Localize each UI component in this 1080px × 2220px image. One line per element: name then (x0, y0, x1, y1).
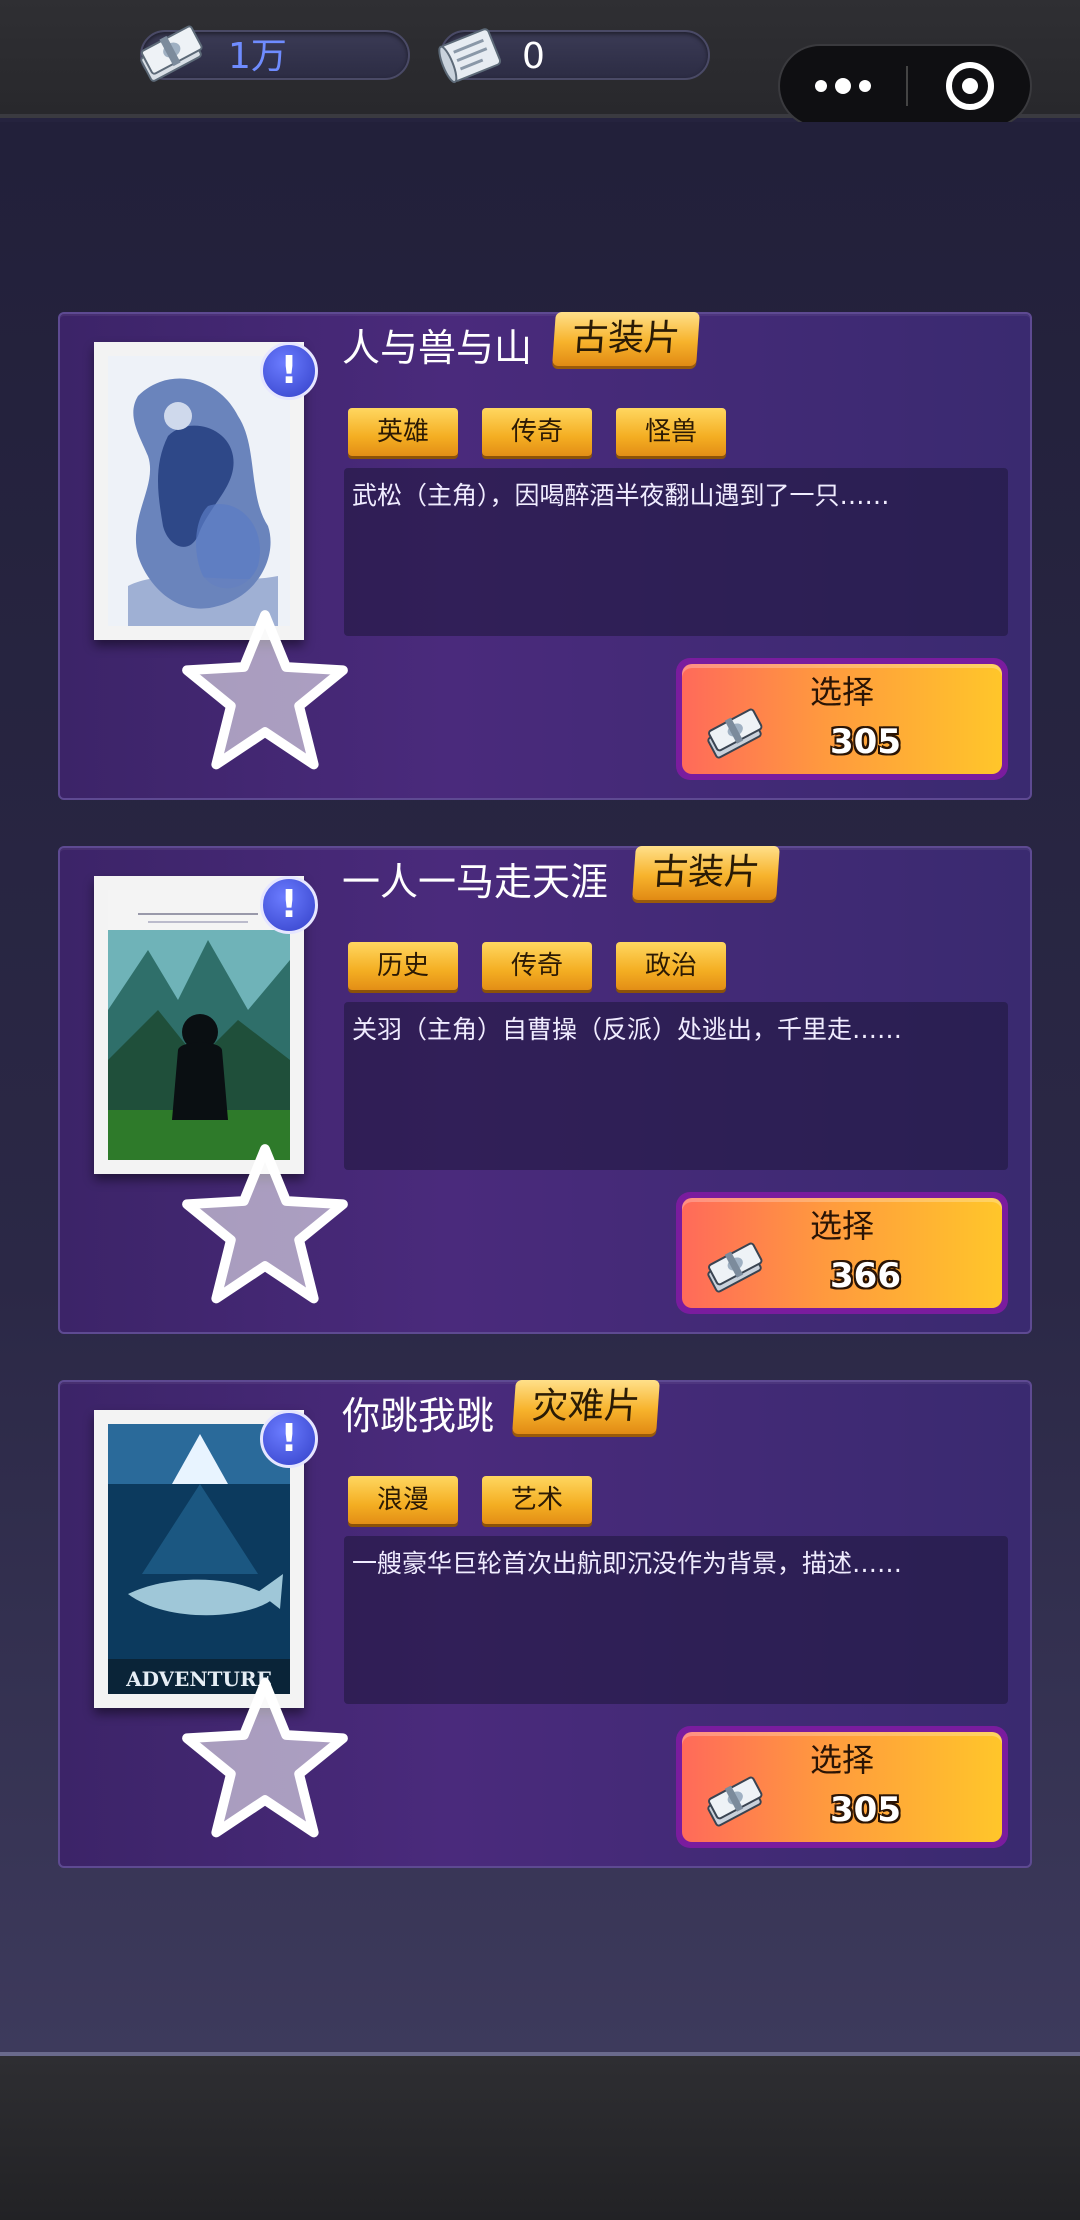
money-stack-icon (707, 1242, 763, 1293)
money-stack-icon (707, 1776, 763, 1827)
ticket-value: 0 (522, 36, 545, 77)
tag: 政治 (616, 942, 726, 990)
movie-title: 人与兽与山 (342, 326, 533, 370)
favorite-star-icon[interactable] (174, 558, 356, 828)
movie-poster[interactable]: ! (94, 342, 348, 770)
select-button-face: 选择 366 (682, 1198, 1002, 1308)
select-button[interactable]: 选择 305 (676, 1726, 1008, 1848)
genre-badge: 古装片 (632, 846, 780, 900)
tag: 艺术 (482, 1476, 592, 1524)
top-status-bar: 1万 0 (0, 0, 1080, 128)
tag: 浪漫 (348, 1476, 458, 1524)
bottom-bar (0, 2056, 1080, 2220)
info-alert-icon[interactable]: ! (260, 876, 318, 934)
tag-list: 英雄 传奇 怪兽 (348, 408, 750, 456)
select-button[interactable]: 选择 305 (676, 658, 1008, 780)
info-alert-icon[interactable]: ! (260, 1410, 318, 1468)
movie-card: ! 一人一马走天涯 古装片 历史 传奇 政治 关羽（主角）自曹操（反派）处逃出，… (58, 846, 1032, 1334)
price-value: 366 (830, 1256, 901, 1296)
movie-description: 一艘豪华巨轮首次出航即沉没作为背景，描述…… (344, 1536, 1008, 1704)
more-dots-icon (815, 80, 827, 92)
money-stack-icon (707, 708, 763, 759)
favorite-star-icon[interactable] (174, 1626, 356, 1896)
movie-poster[interactable]: ! (94, 876, 348, 1304)
target-close-icon (946, 62, 994, 110)
ticket-scroll-icon (438, 28, 502, 84)
money-stack-icon (140, 25, 203, 82)
info-alert-icon[interactable]: ! (260, 342, 318, 400)
money-value: 1万 (228, 36, 287, 77)
movie-description: 关羽（主角）自曹操（反派）处逃出，千里走…… (344, 1002, 1008, 1170)
movie-title: 一人一马走天涯 (342, 860, 609, 904)
genre-badge: 古装片 (552, 312, 700, 366)
tag: 怪兽 (616, 408, 726, 456)
movie-description: 武松（主角），因喝醉酒半夜翻山遇到了一只…… (344, 468, 1008, 636)
more-button[interactable] (780, 46, 906, 126)
tag-list: 浪漫 艺术 (348, 1476, 616, 1524)
tag: 传奇 (482, 942, 592, 990)
price-value: 305 (830, 1790, 901, 1830)
tag-list: 历史 传奇 政治 (348, 942, 750, 990)
select-button-face: 选择 305 (682, 664, 1002, 774)
more-dot (835, 78, 851, 94)
close-button[interactable] (908, 46, 1032, 126)
genre-badge: 灾难片 (512, 1380, 660, 1434)
select-button[interactable]: 选择 366 (676, 1192, 1008, 1314)
price-value: 305 (830, 722, 901, 762)
movie-poster[interactable]: ADVENTURE ! (94, 1410, 348, 1838)
movie-title: 你跳我跳 (342, 1394, 495, 1438)
movie-card: ADVENTURE ! 你跳我跳 灾难片 浪漫 艺术 一艘豪华巨轮首次出航即沉没… (58, 1380, 1032, 1868)
select-button-face: 选择 305 (682, 1732, 1002, 1842)
money-counter[interactable]: 1万 (140, 25, 410, 82)
tag: 传奇 (482, 408, 592, 456)
more-dot (859, 80, 871, 92)
favorite-star-icon[interactable] (174, 1092, 356, 1362)
mini-program-capsule (778, 44, 1032, 128)
movie-card: ! 人与兽与山 古装片 英雄 传奇 怪兽 武松（主角），因喝醉酒半夜翻山遇到了一… (58, 312, 1032, 800)
tag: 英雄 (348, 408, 458, 456)
tag: 历史 (348, 942, 458, 990)
ticket-counter[interactable]: 0 (438, 28, 710, 84)
